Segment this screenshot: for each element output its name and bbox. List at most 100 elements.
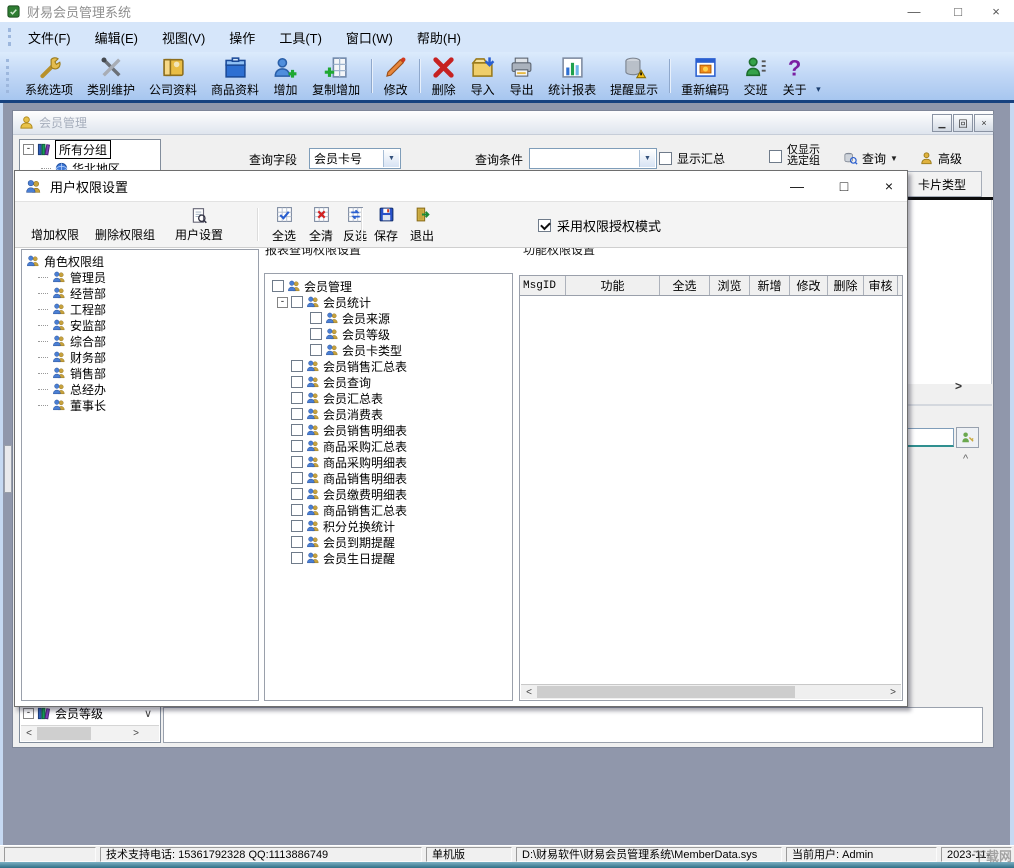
role-tree-item[interactable]: 董事长 (22, 397, 258, 413)
member-close-button[interactable]: × (974, 114, 994, 132)
toolbar-copy-add-button[interactable]: 复制增加 (305, 53, 367, 99)
report-tree-item[interactable]: -会员统计 (265, 294, 512, 310)
scroll-right-icon[interactable]: > (886, 686, 900, 699)
report-tree-item[interactable]: 会员销售汇总表 (265, 358, 512, 374)
report-tree-item[interactable]: 会员缴费明细表 (265, 486, 512, 502)
role-tree-item[interactable]: 总经办 (22, 381, 258, 397)
minimize-button[interactable]: — (898, 0, 930, 22)
role-tree-item[interactable]: 销售部 (22, 365, 258, 381)
checkbox-icon[interactable] (291, 440, 303, 452)
checkbox-icon[interactable] (769, 150, 782, 163)
select-all-button[interactable]: 全选 (267, 206, 301, 244)
checkbox-icon[interactable] (291, 408, 303, 420)
report-tree-item[interactable]: 会员销售明细表 (265, 422, 512, 438)
scroll-right-icon[interactable]: > (955, 379, 962, 393)
menu-item-operation[interactable]: 操作 (221, 25, 263, 50)
report-tree-item[interactable]: 商品采购明细表 (265, 454, 512, 470)
report-tree-item[interactable]: 积分兑换统计 (265, 518, 512, 534)
member-minimize-button[interactable]: ▁ (932, 114, 952, 132)
collapse-icon[interactable]: - (23, 708, 34, 719)
report-tree-item[interactable]: 会员汇总表 (265, 390, 512, 406)
toolbar-export-button[interactable]: 导出 (502, 53, 541, 99)
report-tree-item[interactable]: 会员来源 (265, 310, 512, 326)
report-tree-item[interactable]: 会员到期提醒 (265, 534, 512, 550)
report-tree-item[interactable]: 会员卡类型 (265, 342, 512, 358)
checkbox-icon[interactable] (291, 360, 303, 372)
role-tree-item[interactable]: 安监部 (22, 317, 258, 333)
report-tree-item[interactable]: 会员管理 (265, 278, 512, 294)
dialog-maximize-button[interactable]: □ (830, 173, 858, 199)
scroll-right-icon[interactable]: > (129, 727, 143, 740)
auth-mode-checkbox[interactable]: 采用权限授权模式 (538, 216, 661, 235)
user-settings-button[interactable]: 用户设置 (175, 207, 223, 243)
tree-horizontal-scrollbar[interactable]: < > (21, 725, 159, 741)
menu-item-window[interactable]: 窗口(W) (338, 25, 401, 50)
chevron-down-icon[interactable]: ▼ (639, 150, 655, 167)
report-tree-item[interactable]: 商品销售明细表 (265, 470, 512, 486)
checkbox-icon[interactable] (291, 504, 303, 516)
member-maximize-button[interactable]: 回 (953, 114, 973, 132)
dialog-close-button[interactable]: × (875, 173, 903, 199)
checkbox-icon[interactable] (659, 152, 672, 165)
toolbar-import-button[interactable]: 导入 (463, 53, 502, 99)
menu-item-file[interactable]: 文件(F) (20, 25, 79, 50)
toolbar-product-info-button[interactable]: 商品资料 (204, 53, 266, 99)
invert-selection-button[interactable]: 反选 (338, 206, 372, 244)
toolbar-add-button[interactable]: 增加 (266, 53, 305, 99)
maximize-button[interactable]: □ (942, 0, 974, 22)
dialog-minimize-button[interactable]: — (783, 173, 811, 199)
checkbox-icon[interactable] (291, 424, 303, 436)
chevron-down-icon[interactable]: ∨ (144, 707, 152, 720)
checkbox-icon[interactable] (310, 344, 322, 356)
toolbar-system-options-button[interactable]: 系统选项 (18, 53, 80, 99)
collapse-icon[interactable]: - (277, 297, 288, 308)
checkbox-icon[interactable] (310, 312, 322, 324)
role-tree-item[interactable]: 综合部 (22, 333, 258, 349)
menu-item-tools[interactable]: 工具(T) (271, 25, 330, 50)
chevron-down-icon[interactable]: ▼ (383, 150, 399, 167)
report-tree-item[interactable]: 会员等级 (265, 326, 512, 342)
checkbox-icon[interactable] (272, 280, 284, 292)
checkbox-icon[interactable] (291, 472, 303, 484)
checkbox-icon[interactable] (291, 456, 303, 468)
advanced-button[interactable]: 高级 (915, 146, 966, 170)
save-button[interactable]: 保存 (369, 206, 403, 244)
role-tree-item[interactable]: 财务部 (22, 349, 258, 365)
clear-all-button[interactable]: 全清 (304, 206, 338, 244)
toolbar-recode-button[interactable]: 重新编码 (674, 53, 736, 99)
collapse-icon[interactable]: - (23, 144, 34, 155)
only-selected-group-checkbox[interactable]: 仅显示选定组 (769, 145, 820, 167)
query-field-combobox[interactable]: 会员卡号 ▼ (309, 148, 401, 169)
scrollbar-thumb[interactable] (37, 727, 91, 740)
splitter-grip[interactable] (4, 445, 12, 493)
report-tree-item[interactable]: 会员生日提醒 (265, 550, 512, 566)
checkbox-icon[interactable] (291, 392, 303, 404)
toolbar-overflow-icon[interactable]: ▾ (816, 84, 821, 95)
scrollbar-thumb[interactable] (537, 686, 795, 698)
toolbar-stats-report-button[interactable]: 统计报表 (541, 53, 603, 99)
query-condition-combobox[interactable]: ▼ (529, 148, 657, 169)
report-tree-item[interactable]: 商品采购汇总表 (265, 438, 512, 454)
checkbox-icon[interactable] (291, 296, 303, 308)
add-permission-button[interactable]: 增加权限 (31, 226, 79, 243)
role-tree-item[interactable]: 管理员 (22, 269, 258, 285)
delete-permission-group-button[interactable]: 删除权限组 (95, 226, 155, 243)
close-button[interactable]: × (980, 0, 1012, 22)
function-table-scrollbar[interactable]: < > (521, 684, 901, 699)
scroll-left-icon[interactable]: < (22, 727, 36, 740)
search-button[interactable]: 查询 ▼ (839, 146, 902, 170)
checkbox-icon[interactable] (291, 520, 303, 532)
toolbar-edit-button[interactable]: 修改 (376, 53, 415, 99)
scroll-up-icon[interactable]: ^ (963, 453, 968, 465)
checkbox-icon[interactable] (291, 552, 303, 564)
role-tree-root[interactable]: 角色权限组 (22, 253, 258, 269)
role-tree-item[interactable]: 经营部 (22, 285, 258, 301)
report-tree-item[interactable]: 商品销售汇总表 (265, 502, 512, 518)
menu-item-help[interactable]: 帮助(H) (409, 25, 469, 50)
checkbox-icon[interactable] (291, 376, 303, 388)
report-tree-item[interactable]: 会员查询 (265, 374, 512, 390)
checkbox-icon[interactable] (291, 488, 303, 500)
report-tree-item[interactable]: 会员消费表 (265, 406, 512, 422)
checkbox-icon[interactable] (291, 536, 303, 548)
toolbar-reminder-display-button[interactable]: 提醒显示 (603, 53, 665, 99)
